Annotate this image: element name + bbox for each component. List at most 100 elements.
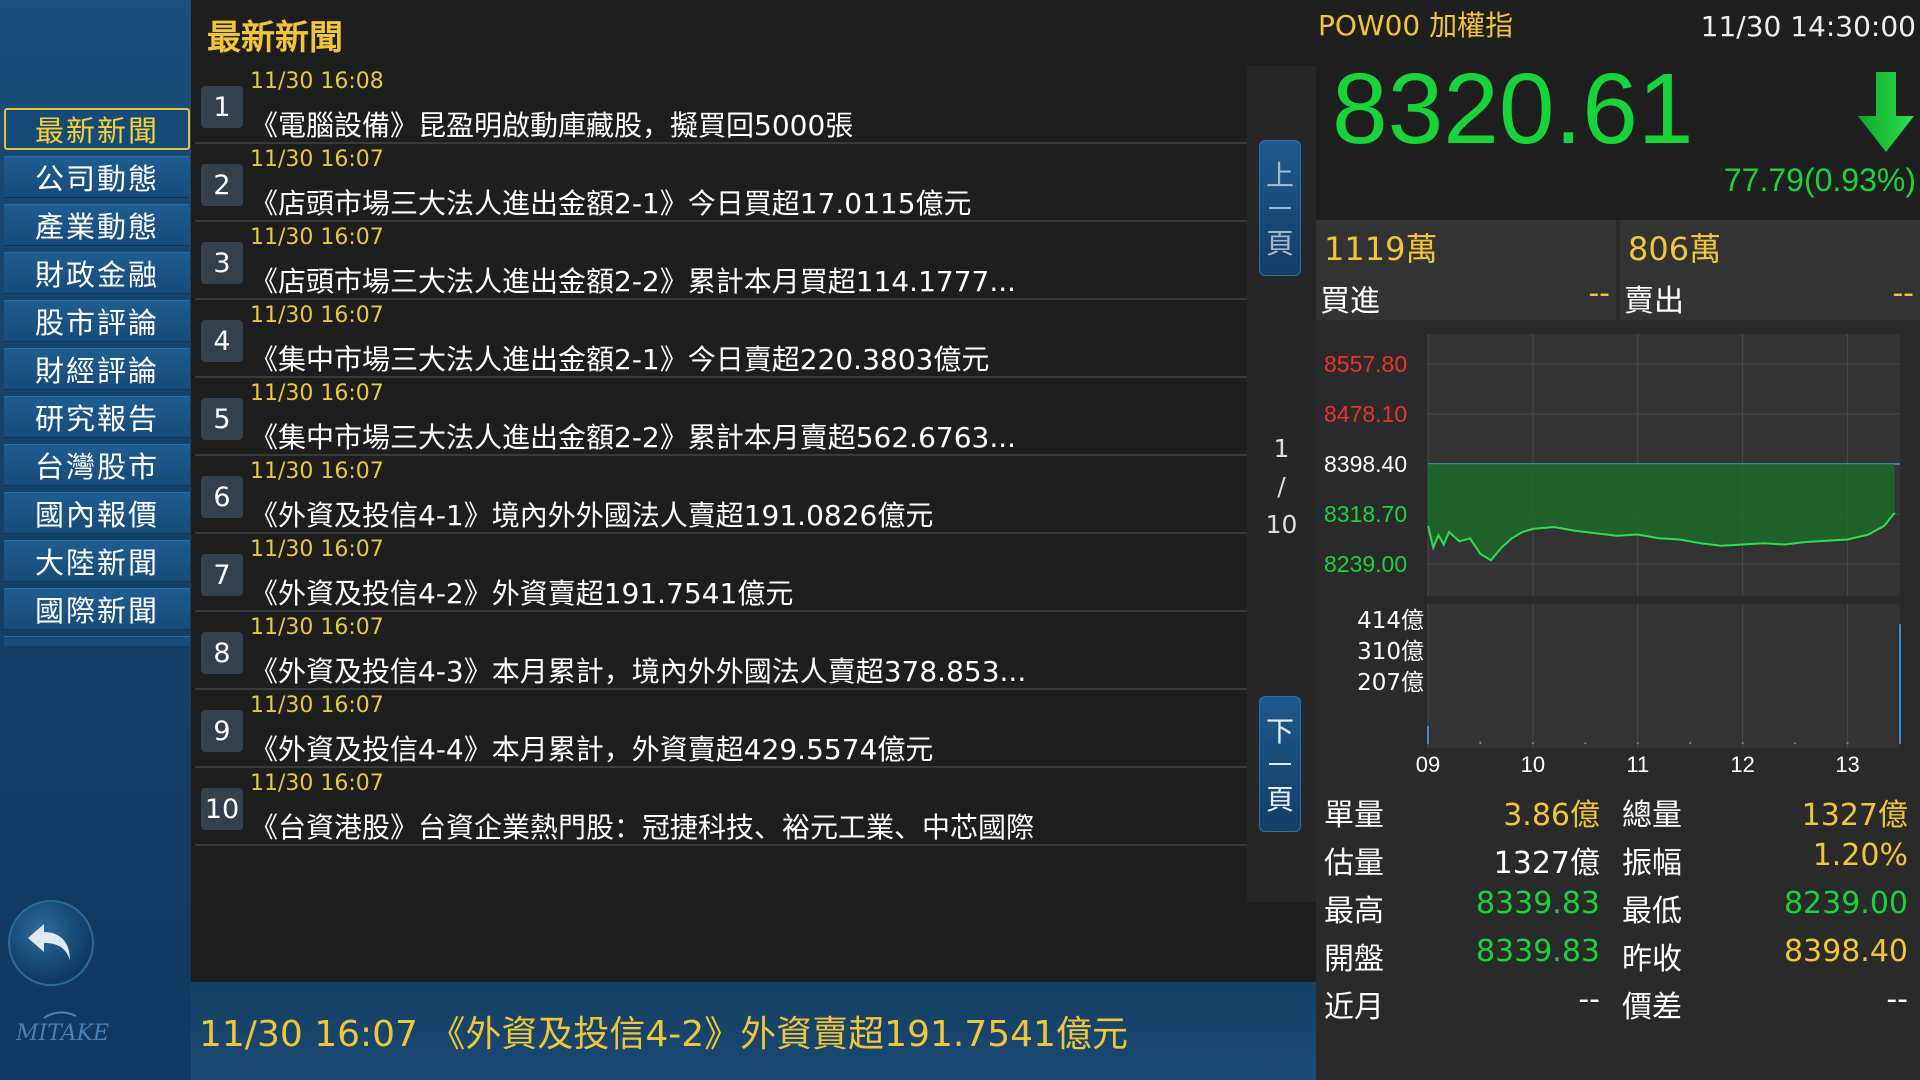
y-tick-label: 8557.80: [1324, 351, 1407, 377]
stat-label: 估量: [1324, 846, 1384, 881]
news-time: 11/30 16:07: [250, 225, 384, 250]
stat-value: 3.86億: [1503, 798, 1600, 833]
news-headline: 《外資及投信4-4》本月累計，外資賣超429.5574億元: [250, 733, 934, 766]
sidebar-item[interactable]: 國內報價: [4, 492, 190, 534]
stat-row: 開盤 8339.83 昨收 8398.40: [1324, 926, 1912, 977]
volume-plot-bg: [1428, 604, 1900, 748]
ask-cell: 806萬 賣出 --: [1620, 220, 1920, 320]
stat-label: 單量: [1324, 798, 1384, 833]
next-page-label-1: 下: [1265, 714, 1294, 748]
quote-panel: POW00 加權指 11/30 14:30:00 8320.61 77.79(0…: [1316, 0, 1920, 1080]
bid-value: --: [1588, 276, 1610, 311]
x-tick-label: 12: [1730, 752, 1754, 777]
news-time: 11/30 16:07: [250, 147, 384, 172]
quote-change: 77.79(0.93%): [1723, 162, 1916, 198]
news-headline: 《電腦設備》昆盈明啟動庫藏股，擬買回5000張: [250, 109, 854, 142]
quote-header: POW00 加權指 11/30 14:30:00 8320.61 77.79(0…: [1316, 0, 1920, 220]
stat-row: 單量 3.86億 總量 1327億: [1324, 782, 1912, 833]
stat-row: 最高 8339.83 最低 8239.00: [1324, 878, 1912, 929]
news-number: 7: [201, 554, 243, 596]
intraday-chart[interactable]: 09 10 11 12 13 8557.80 8478.10 8398.40 8318.70 82…: [1316, 330, 1920, 780]
news-ticker[interactable]: 11/30 16:07 《外資及投信4-2》外資賣超191.7541億元: [191, 982, 1316, 1080]
sidebar-item[interactable]: 產業動態: [4, 204, 190, 246]
news-headline: 《店頭市場三大法人進出金額2-1》今日買超17.0115億元: [250, 187, 972, 220]
news-row[interactable]: 10 11/30 16:07 《台資港股》台資企業熱門股：冠捷科技、裕元工業、中芯國…: [195, 768, 1247, 846]
news-headline: 《集中市場三大法人進出金額2-1》今日賣超220.3803億元: [250, 343, 990, 376]
news-headline: 《台資港股》台資企業熱門股：冠捷科技、裕元工業、中芯國際: [250, 811, 1035, 844]
news-row[interactable]: 5 11/30 16:07 《集中市場三大法人進出金額2-2》累計本月賣超562.6…: [195, 378, 1247, 456]
news-row[interactable]: 8 11/30 16:07 《外資及投信4-3》本月累計，境內外外國法人賣超378.…: [195, 612, 1247, 690]
x-tick-label: 11: [1626, 752, 1649, 777]
sidebar-item[interactable]: 台灣股市: [4, 444, 190, 486]
logo-text: MITAKE: [15, 1021, 109, 1046]
prev-page-button[interactable]: 上 頁: [1259, 140, 1301, 276]
prev-page-divider: [1269, 206, 1291, 209]
next-page-label-2: 頁: [1265, 783, 1294, 817]
volume-tick-label: 207億: [1357, 670, 1424, 696]
stat-row: 近月 -- 價差 --: [1324, 974, 1912, 1025]
news-headline: 《集中市場三大法人進出金額2-2》累計本月賣超562.6763...: [250, 421, 1017, 454]
volume-tick-label: 310億: [1357, 639, 1424, 665]
sidebar-item[interactable]: 研究報告: [4, 396, 190, 438]
sidebar-item[interactable]: 大陸新聞: [4, 540, 190, 582]
ask-volume: 806萬: [1628, 230, 1722, 268]
next-page-button[interactable]: 下 頁: [1259, 696, 1301, 832]
news-number: 10: [201, 788, 243, 830]
quote-price: 8320.61: [1332, 53, 1694, 165]
back-arrow-icon: [28, 924, 70, 960]
news-number: 3: [201, 242, 243, 284]
news-time: 11/30 16:07: [250, 459, 384, 484]
sidebar-item[interactable]: 公司動態: [4, 156, 190, 198]
y-tick-label: 8478.10: [1324, 401, 1407, 427]
stat-value: 1327億: [1493, 846, 1600, 881]
news-headline: 《店頭市場三大法人進出金額2-2》累計本月買超114.1777...: [250, 265, 1017, 298]
sidebar-item[interactable]: 財政金融: [4, 252, 190, 294]
stat-value: --: [1578, 982, 1600, 1017]
news-time: 11/30 16:07: [250, 615, 384, 640]
stat-value: 8239.00: [1783, 886, 1908, 921]
news-number: 9: [201, 710, 243, 752]
prev-page-label-1: 上: [1265, 158, 1294, 192]
news-title: 最新新聞: [207, 18, 343, 58]
stat-value: --: [1886, 982, 1908, 1017]
news-row[interactable]: 9 11/30 16:07 《外資及投信4-4》本月累計，外資賣超429.5574億…: [195, 690, 1247, 768]
sidebar-item[interactable]: 股市評論: [4, 300, 190, 342]
page-indicator: 1 / 10: [1247, 430, 1316, 544]
x-tick-label: 10: [1521, 752, 1545, 777]
mitake-logo: MITAKE: [15, 1011, 109, 1046]
stat-value: 1.20%: [1812, 838, 1908, 873]
sidebar: 最新新聞公司動態產業動態財政金融股市評論財經評論研究報告台灣股市國內報價大陸新聞…: [0, 0, 191, 1080]
stat-value: 8339.83: [1475, 886, 1600, 921]
sidebar-menu: 最新新聞公司動態產業動態財政金融股市評論財經評論研究報告台灣股市國內報價大陸新聞…: [4, 108, 190, 646]
news-row[interactable]: 7 11/30 16:07 《外資及投信4-2》外資賣超191.7541億元: [195, 534, 1247, 612]
news-row[interactable]: 3 11/30 16:07 《店頭市場三大法人進出金額2-2》累計本月買超114.1…: [195, 222, 1247, 300]
news-row[interactable]: 4 11/30 16:07 《集中市場三大法人進出金額2-1》今日賣超220.380…: [195, 300, 1247, 378]
stat-label: 最高: [1324, 894, 1384, 929]
sidebar-item-partial[interactable]: [4, 636, 190, 646]
news-row[interactable]: 2 11/30 16:07 《店頭市場三大法人進出金額2-1》今日買超17.0115…: [195, 144, 1247, 222]
volume-tick-label: 414億: [1357, 608, 1424, 634]
back-button[interactable]: [8, 900, 94, 986]
page-current: 1: [1273, 434, 1290, 463]
page-separator: /: [1277, 472, 1286, 501]
y-tick-label: 8398.40: [1324, 451, 1407, 477]
news-number: 6: [201, 476, 243, 518]
sidebar-item[interactable]: 最新新聞: [4, 108, 190, 150]
news-row[interactable]: 6 11/30 16:07 《外資及投信4-1》境內外外國法人賣超191.0826億…: [195, 456, 1247, 534]
bid-volume: 1119萬: [1324, 230, 1438, 268]
news-row[interactable]: 1 11/30 16:08 《電腦設備》昆盈明啟動庫藏股，擬買回5000張: [195, 66, 1247, 144]
y-tick-label: 8239.00: [1324, 551, 1407, 577]
news-number: 1: [201, 86, 243, 128]
stat-row: 估量 1327億 振幅 1.20%: [1324, 830, 1912, 881]
news-headline: 《外資及投信4-2》外資賣超191.7541億元: [250, 577, 794, 610]
news-number: 5: [201, 398, 243, 440]
pager: 上 頁 1 / 10 下 頁: [1247, 66, 1316, 902]
stat-label: 開盤: [1324, 942, 1384, 977]
news-number: 8: [201, 632, 243, 674]
stat-label: 昨收: [1622, 942, 1682, 977]
sidebar-item[interactable]: 國際新聞: [4, 588, 190, 630]
news-headline: 《外資及投信4-3》本月累計，境內外外國法人賣超378.853...: [250, 655, 1027, 688]
sidebar-item[interactable]: 財經評論: [4, 348, 190, 390]
page-total: 10: [1265, 510, 1298, 539]
news-time: 11/30 16:07: [250, 693, 384, 718]
